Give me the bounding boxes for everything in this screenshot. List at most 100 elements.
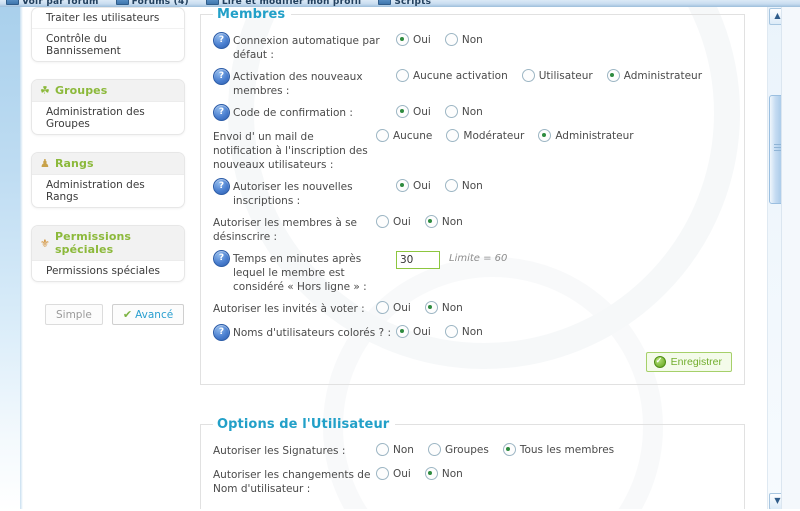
- help-question-icon[interactable]: ?: [213, 68, 230, 85]
- radio-option[interactable]: Non: [444, 179, 483, 192]
- radio-button[interactable]: [376, 129, 389, 142]
- radio-option-label: Oui: [413, 105, 431, 118]
- radio-button[interactable]: [376, 301, 389, 314]
- radio-button[interactable]: [444, 325, 458, 338]
- permissions-icon: ⚜: [40, 236, 50, 250]
- form-row: ? Activation des nouveaux membres : Aucune…: [213, 68, 732, 98]
- form-row-label-text: Code de confirmation :: [233, 107, 353, 119]
- radio-button[interactable]: [396, 105, 409, 118]
- form-row: ? Code de confirmation : Oui Non: [213, 104, 732, 122]
- radio-option-label: Oui: [393, 301, 411, 314]
- radio-button[interactable]: [396, 69, 409, 82]
- inner-scrollbar[interactable]: ▲ ▼: [767, 7, 786, 511]
- radio-button[interactable]: [606, 69, 620, 82]
- form-row-label-text: Noms d'utilisateurs colorés ? :: [233, 327, 391, 339]
- radio-option[interactable]: Oui: [376, 467, 411, 480]
- form-row-controls: Oui Non: [396, 178, 497, 192]
- radio-button[interactable]: [444, 179, 458, 192]
- radio-button[interactable]: [396, 33, 409, 46]
- sidebar-link[interactable]: Contrôle du Bannissement: [32, 29, 184, 61]
- form-row: ? Temps en minutes après lequel le membre…: [213, 250, 732, 294]
- radio-option[interactable]: Non: [424, 215, 463, 228]
- sidebar-link[interactable]: Administration des Rangs: [32, 175, 184, 207]
- radio-option[interactable]: Non: [424, 467, 463, 480]
- radio-button[interactable]: [376, 467, 389, 480]
- radio-option[interactable]: Groupes: [427, 443, 489, 456]
- radio-button[interactable]: [538, 129, 552, 142]
- sidebar-link[interactable]: Administration des Groupes: [32, 102, 184, 134]
- radio-option-label: Administrateur: [555, 129, 634, 142]
- help-question-icon[interactable]: ?: [213, 250, 230, 267]
- radio-button[interactable]: [396, 179, 409, 192]
- radio-option-label: Non: [441, 215, 463, 228]
- radio-option[interactable]: Tous les membres: [502, 443, 614, 456]
- radio-button[interactable]: [424, 301, 438, 314]
- radio-option[interactable]: Oui: [396, 179, 431, 192]
- toolbar-item[interactable]: Scripts: [378, 0, 431, 7]
- save-button[interactable]: Enregistrer: [645, 352, 732, 372]
- toolbar-item[interactable]: Lire et modifier mon profil: [205, 0, 361, 7]
- section-panel: Options de l'Utilisateur Autoriser les Si…: [200, 417, 745, 511]
- radio-option[interactable]: Oui: [396, 33, 431, 46]
- offline-minutes-input[interactable]: [396, 251, 440, 269]
- sidebar-link[interactable]: Permissions spéciales: [32, 261, 184, 281]
- radio-option[interactable]: Utilisateur: [521, 69, 593, 82]
- radio-button[interactable]: [396, 325, 409, 338]
- radio-option[interactable]: Non: [424, 301, 463, 314]
- section-title: Membres: [217, 7, 286, 22]
- radio-option[interactable]: Aucune: [376, 129, 432, 142]
- radio-option-label: Modérateur: [463, 129, 525, 142]
- radio-option[interactable]: Administrateur: [606, 69, 702, 82]
- radio-button[interactable]: [502, 443, 516, 456]
- help-question-icon[interactable]: ?: [213, 324, 230, 341]
- toolbar-item[interactable]: Voir par forum: [6, 0, 99, 7]
- toolbar-icon: [205, 0, 219, 5]
- mode-button-avanc[interactable]: ✔ Avancé: [111, 304, 185, 325]
- radio-button[interactable]: [444, 105, 458, 118]
- radio-option[interactable]: Aucune activation: [396, 69, 508, 82]
- form-row-label: ? Activation des nouveaux membres :: [213, 68, 396, 98]
- radio-option[interactable]: Administrateur: [538, 129, 634, 142]
- radio-option[interactable]: Oui: [396, 105, 431, 118]
- radio-button[interactable]: [376, 215, 389, 228]
- radio-option[interactable]: Non: [444, 105, 483, 118]
- radio-button[interactable]: [444, 33, 458, 46]
- form-row-controls: Non Groupes Tous les membres: [376, 442, 628, 456]
- radio-option[interactable]: Non: [444, 33, 483, 46]
- radio-button[interactable]: [521, 69, 535, 82]
- radio-option[interactable]: Oui: [376, 215, 411, 228]
- form-row-label: Autoriser les changements de Nom d'utili…: [213, 466, 376, 496]
- ranks-icon: ♟: [40, 157, 50, 170]
- main-content: Membres? Connexion automatique par défaut…: [200, 7, 745, 511]
- radio-option[interactable]: Oui: [396, 325, 431, 338]
- help-question-icon[interactable]: ?: [213, 32, 230, 49]
- radio-button[interactable]: [446, 129, 460, 142]
- form-row-label-text: Autoriser les nouvelles inscriptions :: [233, 181, 353, 207]
- form-row-label-text: Autoriser les invités à voter :: [213, 303, 365, 315]
- radio-button[interactable]: [376, 443, 389, 456]
- form-row-label-text: Connexion automatique par défaut :: [233, 35, 380, 61]
- help-question-icon[interactable]: ?: [213, 104, 230, 121]
- radio-button[interactable]: [424, 215, 438, 228]
- radio-button[interactable]: [424, 467, 438, 480]
- form-row-label: ? Autoriser les nouvelles inscriptions :: [213, 178, 396, 208]
- mode-button-simple[interactable]: Simple: [45, 304, 103, 325]
- groups-icon: ☘: [40, 84, 50, 97]
- radio-option[interactable]: Modérateur: [446, 129, 524, 142]
- help-question-icon[interactable]: ?: [213, 178, 230, 195]
- window-scrollbar[interactable]: [781, 7, 800, 511]
- radio-option-label: Non: [461, 325, 483, 338]
- toolbar-item[interactable]: Forums (4): [115, 0, 189, 7]
- sidebar-link[interactable]: Traiter les utilisateurs: [32, 8, 184, 29]
- radio-button[interactable]: [427, 443, 441, 456]
- mode-button-label: Avancé: [135, 308, 174, 321]
- form-row-label-text: Autoriser les changements de Nom d'utili…: [213, 469, 371, 495]
- form-row-label: ? Temps en minutes après lequel le membre…: [213, 250, 396, 294]
- radio-option[interactable]: Non: [444, 325, 483, 338]
- radio-option[interactable]: Non: [376, 443, 414, 456]
- form-row-label-text: Autoriser les Signatures :: [213, 445, 346, 457]
- form-row: Autoriser les invités à voter : Oui Non: [213, 300, 732, 318]
- radio-option-label: Aucune: [393, 129, 433, 142]
- form-row-label: ? Noms d'utilisateurs colorés ? :: [213, 324, 396, 341]
- radio-option[interactable]: Oui: [376, 301, 411, 314]
